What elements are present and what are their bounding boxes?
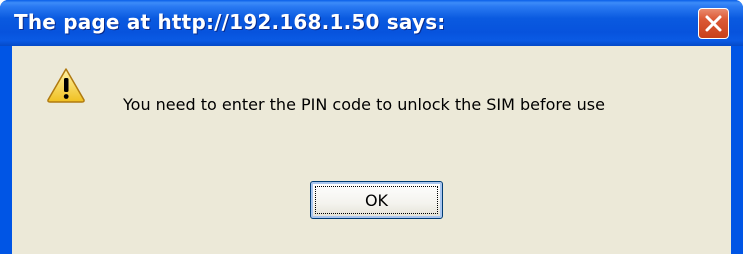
ok-button-label: OK: [364, 191, 389, 210]
close-button[interactable]: [698, 8, 729, 39]
close-icon: [705, 15, 722, 32]
dialog-message: You need to enter the PIN code to unlock…: [123, 95, 605, 114]
dialog-title: The page at http://192.168.1.50 says:: [14, 10, 446, 34]
dialog-body: You need to enter the PIN code to unlock…: [12, 46, 731, 254]
alert-dialog: The page at http://192.168.1.50 says: Yo…: [0, 0, 743, 254]
warning-icon: [47, 68, 85, 103]
ok-button[interactable]: OK: [310, 181, 443, 219]
title-bar[interactable]: The page at http://192.168.1.50 says:: [0, 0, 743, 46]
